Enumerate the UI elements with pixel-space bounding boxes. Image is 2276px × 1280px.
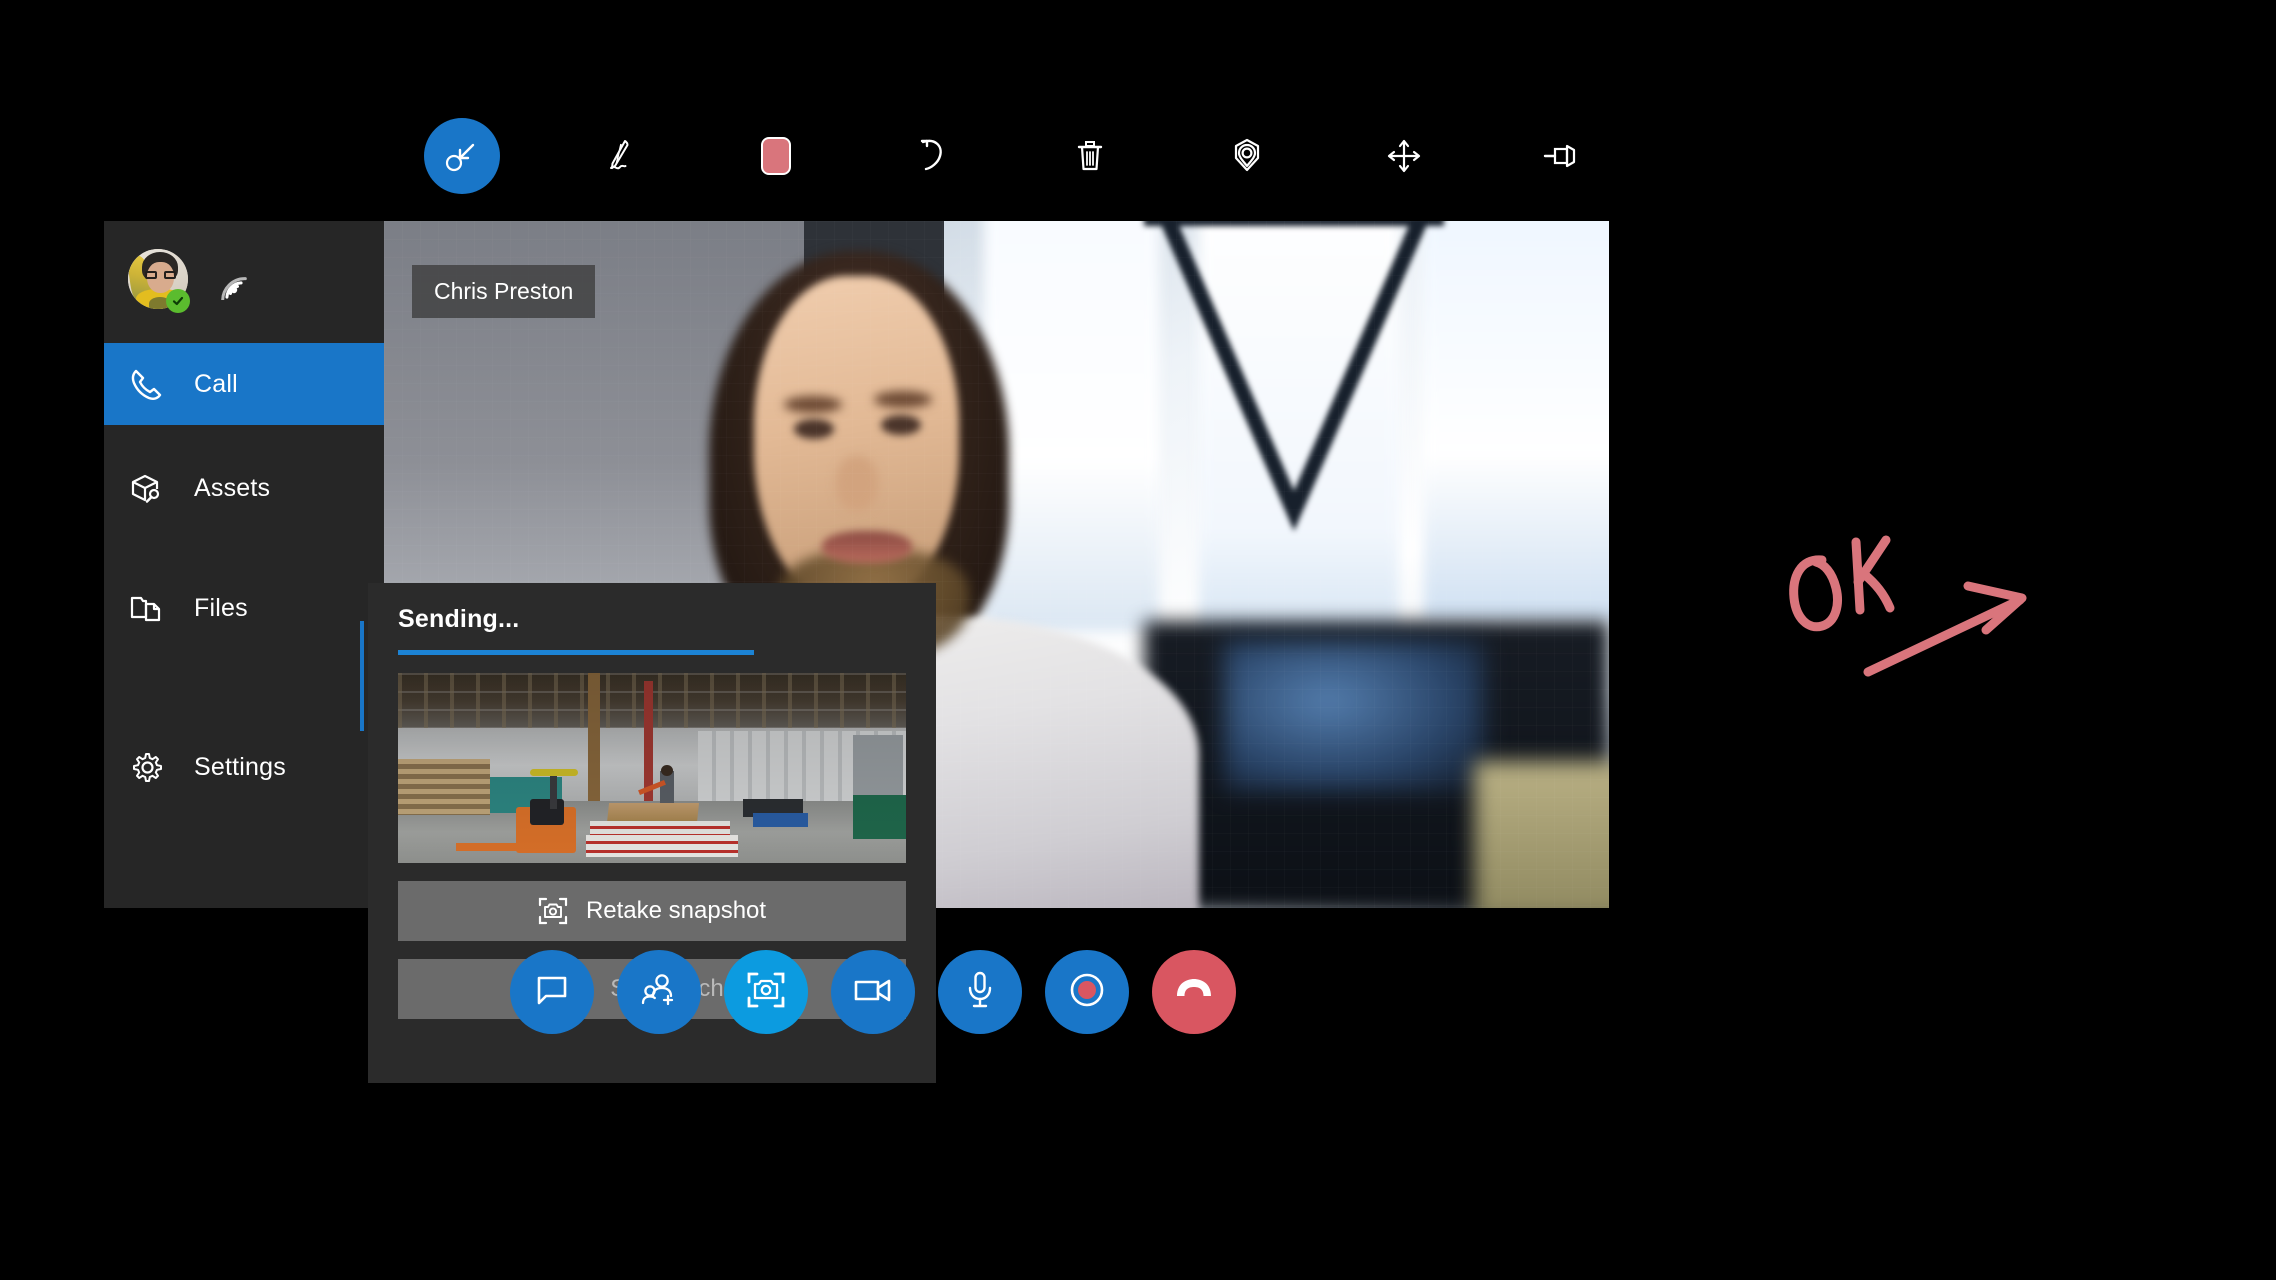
video-button[interactable] [831,950,915,1034]
screen-root: Call Assets Files Settings Chris Preston… [0,0,2276,1280]
folder-file-icon [128,590,174,626]
sidebar-item-assets[interactable]: Assets [104,447,384,529]
sidebar: Call Assets Files Settings [104,221,384,908]
box-wrench-icon [128,470,174,506]
chat-bubble-icon [534,972,570,1013]
app-window: Call Assets Files Settings Chris Preston… [104,221,1609,1083]
sidebar-item-label: Settings [194,752,286,781]
wifi-signal-icon [214,266,254,303]
end-call-button[interactable] [1152,950,1236,1034]
upload-progress-bar [398,650,906,655]
video-camera-icon [853,976,893,1009]
trash-icon [1071,137,1109,175]
tool-anchor[interactable] [1209,118,1285,194]
ink-letter-o [1789,555,1842,632]
sidebar-item-call[interactable]: Call [104,343,384,425]
tool-ink[interactable] [581,118,657,194]
microphone-button[interactable] [938,950,1022,1034]
retake-snapshot-label: Retake snapshot [585,897,767,924]
pen-icon [599,136,639,176]
ink-annotation [1770,520,2050,680]
tool-pin[interactable] [1523,118,1599,194]
annotation-toolbar [424,118,1624,194]
anchor-marker-icon [1227,136,1267,176]
move-arrows-icon [1386,138,1422,174]
snapshot-status-label: Sending... [398,605,520,633]
retake-snapshot-button[interactable]: Retake snapshot [398,881,906,941]
tool-delete[interactable] [1052,118,1128,194]
camera-frame-icon [746,971,786,1014]
pushpin-icon [1541,141,1581,171]
ink-letter-k-lower [1859,569,1895,613]
sidebar-item-label: Assets [194,473,271,502]
undo-arrow-icon [913,136,953,176]
tool-color[interactable] [738,118,814,194]
record-button[interactable] [1045,950,1129,1034]
tool-select[interactable] [424,118,500,194]
upload-progress-fill [398,650,754,655]
record-circle-icon [1067,970,1107,1015]
camera-frame-icon [538,897,568,925]
select-cursor-icon [443,137,481,175]
add-participant-button[interactable] [617,950,701,1034]
call-control-bar [510,950,1236,1034]
microphone-icon [965,970,995,1015]
snapshot-thumbnail[interactable] [398,673,906,863]
gear-icon [128,749,174,785]
chat-button[interactable] [510,950,594,1034]
sidebar-item-label: Files [194,593,248,622]
sidebar-item-settings[interactable]: Settings [104,726,384,808]
add-person-icon [640,972,678,1013]
tool-undo[interactable] [895,118,971,194]
color-swatch-icon [761,137,791,175]
snapshot-button[interactable] [724,950,808,1034]
user-presence-block [104,221,384,341]
sidebar-item-label: Call [194,369,238,398]
sidebar-item-files[interactable]: Files [104,567,384,649]
phone-icon [128,366,174,402]
hang-up-phone-icon [1173,977,1215,1008]
participant-name-label: Chris Preston [412,265,596,318]
tool-move[interactable] [1366,118,1442,194]
green-check-badge [166,289,190,313]
